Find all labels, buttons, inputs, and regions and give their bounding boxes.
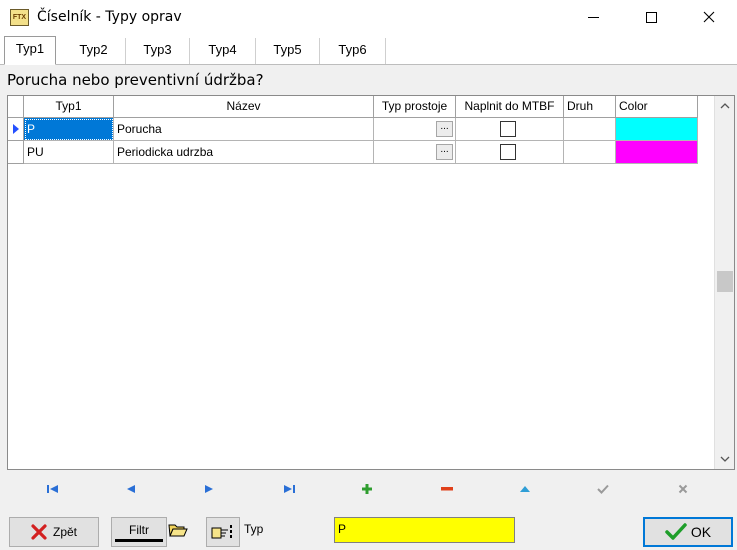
table-cell-color[interactable] bbox=[616, 141, 698, 164]
grid-corner bbox=[8, 96, 24, 118]
current-row-arrow-icon bbox=[13, 124, 19, 134]
filter-button[interactable]: Filtr bbox=[111, 517, 167, 547]
tab-label: Typ4 bbox=[208, 42, 237, 57]
close-icon bbox=[703, 11, 715, 23]
tab-label: Typ2 bbox=[79, 42, 108, 57]
last-icon bbox=[284, 485, 295, 493]
db-navigator bbox=[7, 475, 735, 503]
next-icon bbox=[205, 485, 213, 493]
tab-label: Typ1 bbox=[15, 41, 45, 56]
title-bar: FTX Číselník - Typy oprav bbox=[0, 0, 737, 34]
row-indicator bbox=[8, 118, 24, 141]
tab-typ5[interactable]: Typ5 bbox=[256, 38, 320, 64]
vertical-scrollbar[interactable] bbox=[714, 96, 734, 469]
delete-icon bbox=[441, 487, 453, 491]
table-cell-druh[interactable] bbox=[564, 141, 616, 164]
nav-prior-button[interactable] bbox=[111, 479, 151, 499]
nav-first-button[interactable] bbox=[33, 479, 73, 499]
page-heading: Porucha nebo preventivní údržba? bbox=[7, 71, 264, 89]
back-button-label: Zpět bbox=[52, 525, 77, 539]
close-button[interactable] bbox=[686, 0, 732, 34]
nav-next-button[interactable] bbox=[189, 479, 229, 499]
column-header-color[interactable]: Color bbox=[616, 96, 698, 118]
data-grid[interactable]: Typ1 Název Typ prostoje Naplnit do MTBF … bbox=[7, 95, 735, 470]
lookup-button[interactable]: ... bbox=[436, 144, 453, 160]
nav-edit-button[interactable] bbox=[505, 479, 545, 499]
pointing-hand-icon bbox=[211, 525, 232, 539]
maximize-button[interactable] bbox=[628, 0, 674, 34]
scroll-down-button[interactable] bbox=[715, 449, 734, 469]
column-header-druh[interactable]: Druh bbox=[564, 96, 616, 118]
scroll-up-button[interactable] bbox=[715, 96, 734, 116]
filter-underline bbox=[115, 538, 163, 542]
mtbf-checkbox[interactable] bbox=[500, 144, 516, 160]
table-cell-typ-prostoje[interactable]: ... bbox=[374, 141, 456, 164]
red-x-icon bbox=[31, 524, 47, 540]
minimize-icon bbox=[587, 16, 599, 18]
nav-post-button[interactable] bbox=[583, 479, 623, 499]
table-cell-nazev[interactable]: Porucha bbox=[114, 118, 374, 141]
tab-label: Typ6 bbox=[338, 42, 367, 57]
nav-last-button[interactable] bbox=[269, 479, 309, 499]
tab-typ3[interactable]: Typ3 bbox=[126, 38, 190, 64]
field-label: Typ bbox=[244, 522, 264, 536]
column-header-typ-prostoje[interactable]: Typ prostoje bbox=[374, 96, 456, 118]
column-header-typ1[interactable]: Typ1 bbox=[24, 96, 114, 118]
content-panel: Porucha nebo preventivní údržba? Typ1 Ná… bbox=[0, 65, 737, 550]
nav-delete-button[interactable] bbox=[427, 479, 467, 499]
tab-label: Typ3 bbox=[143, 42, 172, 57]
tab-strip: Typ1 Typ2 Typ3 Typ4 Typ5 Typ6 bbox=[0, 34, 737, 65]
post-icon bbox=[597, 484, 609, 494]
prior-icon bbox=[127, 485, 135, 493]
chevron-up-icon bbox=[720, 103, 729, 109]
ok-button[interactable]: OK bbox=[643, 517, 733, 547]
table-cell-typ1[interactable]: PU bbox=[24, 141, 114, 164]
tab-typ2[interactable]: Typ2 bbox=[62, 38, 126, 64]
scroll-thumb[interactable] bbox=[717, 271, 733, 292]
table-cell-mtbf[interactable] bbox=[456, 141, 564, 164]
table-cell-color[interactable] bbox=[616, 118, 698, 141]
table-cell-typ1[interactable]: P bbox=[24, 118, 114, 141]
ok-button-label: OK bbox=[690, 524, 712, 540]
window-title: Číselník - Typy oprav bbox=[37, 9, 182, 25]
green-check-icon bbox=[665, 523, 687, 540]
cancel-icon bbox=[678, 484, 688, 494]
open-folder-icon bbox=[168, 524, 188, 537]
column-header-nazev[interactable]: Název bbox=[114, 96, 374, 118]
table-cell-nazev[interactable]: Periodicka udrzba bbox=[114, 141, 374, 164]
nav-insert-button[interactable] bbox=[347, 479, 387, 499]
search-value-field[interactable]: P bbox=[334, 517, 515, 543]
lookup-button[interactable]: ... bbox=[436, 121, 453, 137]
tab-typ6[interactable]: Typ6 bbox=[320, 38, 386, 64]
insert-icon bbox=[362, 484, 372, 494]
tab-label: Typ5 bbox=[273, 42, 302, 57]
app-icon: FTX bbox=[10, 9, 29, 26]
table-cell-druh[interactable] bbox=[564, 118, 616, 141]
row-indicator bbox=[8, 141, 24, 164]
filter-button-label: Filtr bbox=[129, 522, 149, 537]
back-button[interactable]: Zpět bbox=[9, 517, 99, 547]
field-selector-button[interactable] bbox=[206, 517, 240, 547]
column-header-mtbf[interactable]: Naplnit do MTBF bbox=[456, 96, 564, 118]
mtbf-checkbox[interactable] bbox=[500, 121, 516, 137]
maximize-icon bbox=[645, 11, 657, 23]
nav-cancel-button[interactable] bbox=[663, 479, 703, 499]
minimize-button[interactable] bbox=[570, 0, 616, 34]
tab-typ4[interactable]: Typ4 bbox=[190, 38, 256, 64]
first-icon bbox=[47, 485, 58, 493]
chevron-down-icon bbox=[720, 456, 729, 462]
tab-typ1[interactable]: Typ1 bbox=[4, 36, 56, 65]
table-cell-mtbf[interactable] bbox=[456, 118, 564, 141]
table-cell-typ-prostoje[interactable]: ... bbox=[374, 118, 456, 141]
edit-icon bbox=[520, 486, 530, 492]
open-folder-button[interactable] bbox=[168, 522, 190, 540]
